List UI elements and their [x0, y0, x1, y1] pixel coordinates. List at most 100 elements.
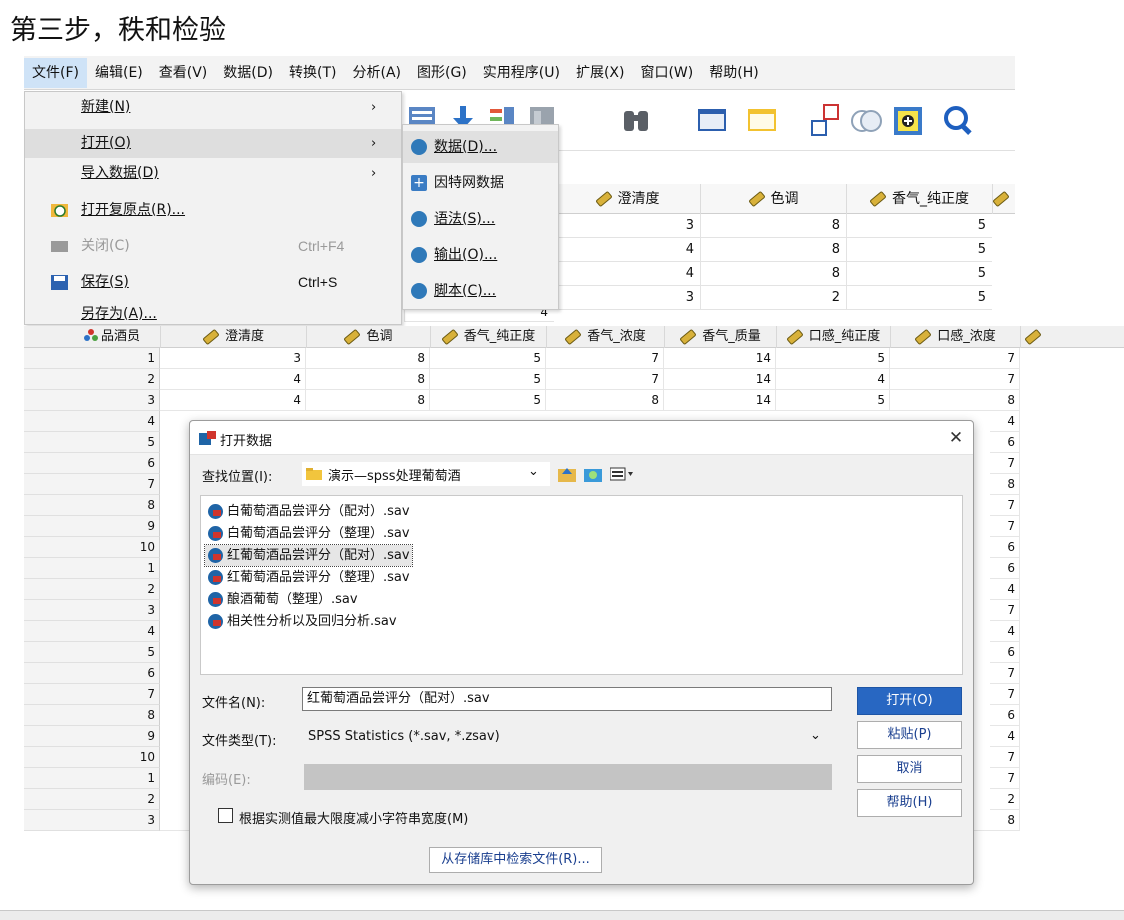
menu-item-save-as[interactable]: 另存为(A)...: [25, 300, 401, 329]
row-number[interactable]: 10: [24, 747, 160, 768]
menu-help[interactable]: 帮助(H): [701, 58, 766, 88]
grid-cell[interactable]: 4: [990, 579, 1020, 600]
grid-cell[interactable]: 7: [546, 348, 664, 369]
minimize-string-width-checkbox[interactable]: [218, 808, 233, 823]
list-item[interactable]: 红葡萄酒品尝评分（整理）.sav: [205, 567, 412, 588]
grid-cell[interactable]: 5: [430, 390, 546, 411]
file-name-input[interactable]: 红葡萄酒品尝评分（配对）.sav: [302, 687, 832, 711]
row-number[interactable]: 3: [24, 600, 160, 621]
menu-edit[interactable]: 编辑(E): [87, 58, 151, 88]
menu-extensions[interactable]: 扩展(X): [568, 58, 633, 88]
grid-cell[interactable]: 2: [700, 286, 846, 310]
grid-cell[interactable]: 8: [546, 390, 664, 411]
column-header[interactable]: 香气_质量: [664, 326, 776, 348]
row-number[interactable]: 8: [24, 705, 160, 726]
grid-cell[interactable]: 3: [554, 214, 700, 238]
file-type-select[interactable]: SPSS Statistics (*.sav, *.zsav) ⌄: [302, 724, 832, 750]
grid-cell[interactable]: 4: [160, 390, 306, 411]
grid-cell[interactable]: 7: [990, 663, 1020, 684]
grid-cell[interactable]: 8: [700, 214, 846, 238]
row-number[interactable]: 9: [24, 726, 160, 747]
row-number[interactable]: 1: [24, 768, 160, 789]
submenu-item-script[interactable]: 脚本(C)...: [403, 275, 558, 307]
column-header[interactable]: 色调: [700, 184, 846, 214]
grid-cell[interactable]: 7: [990, 747, 1020, 768]
column-header[interactable]: 香气_纯正度: [846, 184, 992, 214]
column-header[interactable]: [992, 184, 1015, 214]
close-icon[interactable]: ✕: [945, 427, 967, 449]
menu-window[interactable]: 窗口(W): [632, 58, 701, 88]
menu-view[interactable]: 查看(V): [151, 58, 216, 88]
venn-icon[interactable]: [850, 103, 882, 137]
grid-cell[interactable]: 5: [430, 369, 546, 390]
grid-cell[interactable]: 4: [554, 238, 700, 262]
menu-item-close[interactable]: 关闭(C) Ctrl+F4: [25, 232, 401, 261]
grid-cell[interactable]: 4: [990, 411, 1020, 432]
menu-file[interactable]: 文件(F): [24, 57, 87, 88]
grid-cell[interactable]: 3: [554, 286, 700, 310]
retrieve-from-repository-button[interactable]: 从存储库中检索文件(R)...: [429, 847, 602, 873]
row-number[interactable]: 4: [24, 411, 160, 432]
row-number[interactable]: 3: [24, 390, 160, 411]
grid-cell[interactable]: 7: [990, 600, 1020, 621]
grid-cell[interactable]: 4: [990, 621, 1020, 642]
grid-cell[interactable]: 6: [990, 642, 1020, 663]
column-header[interactable]: 品酒员: [64, 326, 160, 348]
grid-cell[interactable]: 5: [846, 238, 992, 262]
grid-cell[interactable]: 5: [776, 348, 890, 369]
submenu-item-data[interactable]: 数据(D)...: [403, 131, 558, 163]
menu-transform[interactable]: 转换(T): [281, 58, 344, 88]
grid-cell[interactable]: 7: [990, 768, 1020, 789]
row-number[interactable]: 9: [24, 516, 160, 537]
submenu-item-syntax[interactable]: 语法(S)...: [403, 203, 558, 235]
row-number[interactable]: 5: [24, 642, 160, 663]
grid-cell[interactable]: 7: [990, 516, 1020, 537]
row-number[interactable]: 4: [24, 621, 160, 642]
menu-item-restore-point[interactable]: 打开复原点(R)...: [25, 196, 401, 225]
column-header[interactable]: 澄清度: [554, 184, 700, 214]
grid-cell[interactable]: 8: [306, 348, 430, 369]
list-item[interactable]: 相关性分析以及回归分析.sav: [205, 611, 399, 632]
value-labels-icon[interactable]: [696, 103, 728, 137]
up-folder-icon[interactable]: [558, 466, 576, 482]
row-number[interactable]: 1: [24, 558, 160, 579]
grid-cell[interactable]: 5: [776, 390, 890, 411]
row-number[interactable]: 1: [24, 348, 160, 369]
row-number[interactable]: 8: [24, 495, 160, 516]
grid-cell[interactable]: 14: [664, 369, 776, 390]
grid-cell[interactable]: 2: [990, 789, 1020, 810]
list-item[interactable]: 白葡萄酒品尝评分（配对）.sav: [205, 501, 412, 522]
row-number[interactable]: 5: [24, 432, 160, 453]
grid-cell[interactable]: 7: [990, 453, 1020, 474]
grid-cell[interactable]: 5: [846, 262, 992, 286]
grid-cell[interactable]: 8: [890, 390, 1020, 411]
column-header[interactable]: 香气_纯正度: [430, 326, 546, 348]
grid-cell[interactable]: 4: [160, 369, 306, 390]
menu-item-save[interactable]: 保存(S) Ctrl+S: [25, 268, 401, 297]
use-sets-icon[interactable]: [746, 103, 778, 137]
paste-button[interactable]: 粘贴(P): [857, 721, 962, 749]
menu-item-import[interactable]: 导入数据(D) ›: [25, 159, 401, 188]
dialog-titlebar[interactable]: 打开数据 ✕: [190, 421, 973, 455]
grid-cell[interactable]: 8: [306, 369, 430, 390]
grid-cell[interactable]: 4: [990, 726, 1020, 747]
row-number[interactable]: 3: [24, 810, 160, 831]
grid-cell[interactable]: 6: [990, 432, 1020, 453]
grid-cell[interactable]: 5: [846, 286, 992, 310]
grid-cell[interactable]: 6: [990, 705, 1020, 726]
row-number[interactable]: 7: [24, 684, 160, 705]
add-case-icon[interactable]: [892, 103, 924, 137]
row-number[interactable]: 2: [24, 579, 160, 600]
row-number[interactable]: 6: [24, 453, 160, 474]
view-menu-icon[interactable]: [610, 466, 634, 482]
list-item[interactable]: 酿酒葡萄（整理）.sav: [205, 589, 360, 610]
menu-graphs[interactable]: 图形(G): [409, 58, 475, 88]
menu-item-open[interactable]: 打开(O) ›: [25, 129, 401, 158]
row-number[interactable]: 2: [24, 369, 160, 390]
submenu-item-output[interactable]: 输出(O)...: [403, 239, 558, 271]
look-in-select[interactable]: 演示—spss处理葡萄酒 ⌄: [302, 462, 550, 486]
column-header[interactable]: 口感_浓度: [890, 326, 1020, 348]
submenu-item-internet-data[interactable]: + 因特网数据: [403, 167, 558, 199]
grid-cell[interactable]: 8: [306, 390, 430, 411]
new-folder-icon[interactable]: [584, 466, 602, 482]
